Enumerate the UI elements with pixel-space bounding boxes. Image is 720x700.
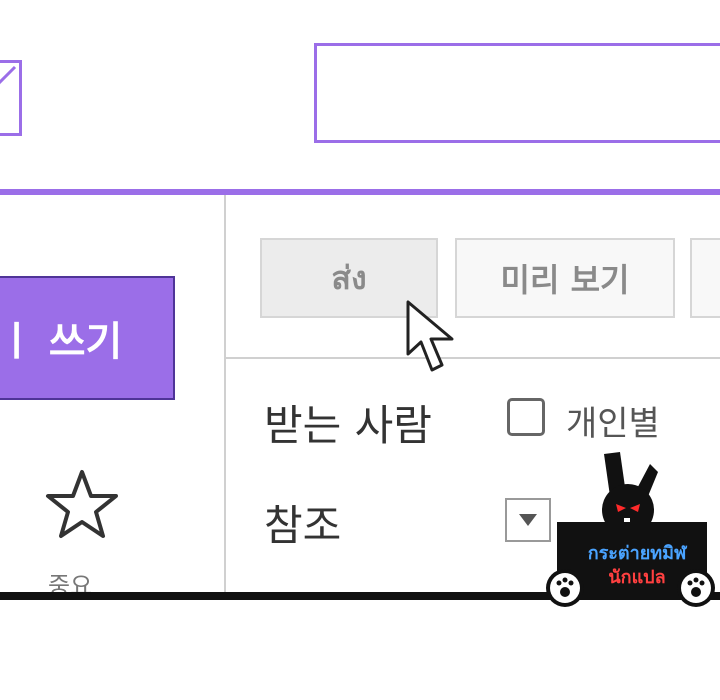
star-icon[interactable]	[44, 468, 120, 540]
search-input[interactable]	[314, 43, 720, 143]
header-divider	[0, 189, 720, 195]
logo-envelope-icon	[0, 65, 17, 85]
preview-button-label: 미리 보기	[500, 261, 630, 299]
mouse-pointer-icon	[406, 300, 454, 372]
individual-send-label: 개인별	[566, 404, 660, 444]
compose-button[interactable]: ㅣ 쓰기	[0, 276, 175, 400]
cc-field-label: 참조	[264, 501, 342, 550]
triangle-down-icon	[519, 514, 537, 526]
app-logo[interactable]	[0, 60, 22, 136]
toolbar-next-button[interactable]	[690, 238, 720, 318]
watermark-text-line2: นักแปล	[608, 567, 666, 588]
send-button-label: ส่ง	[331, 258, 367, 297]
sidebar-divider	[224, 195, 226, 595]
toolbar-divider	[226, 357, 720, 359]
individual-send-checkbox[interactable]	[507, 398, 545, 436]
compose-button-label: ㅣ 쓰기	[0, 319, 123, 365]
to-field-label: 받는 사람	[264, 401, 432, 450]
sidebar-item-important-label: 중요	[48, 572, 93, 592]
preview-button[interactable]: 미리 보기	[455, 238, 675, 318]
